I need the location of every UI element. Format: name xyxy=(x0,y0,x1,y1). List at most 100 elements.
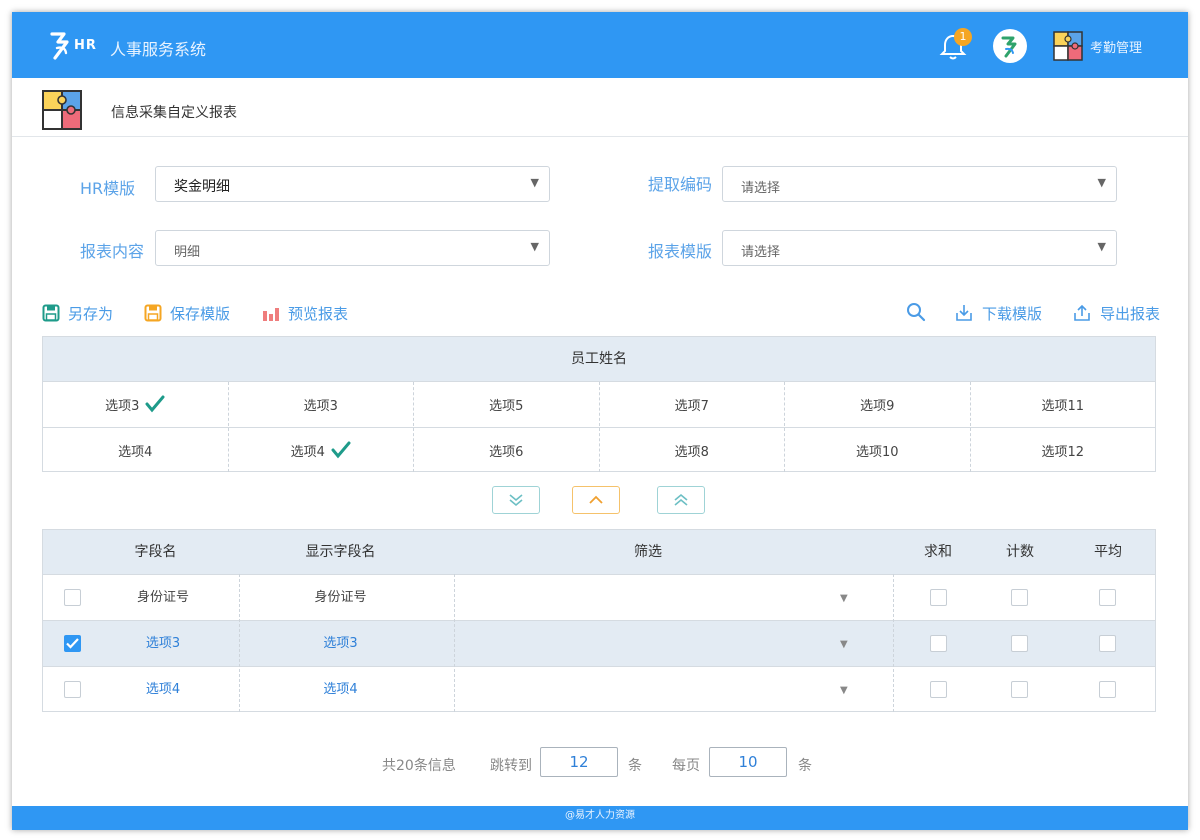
option-label: 选项12 xyxy=(1041,444,1085,460)
report-content-label: 报表内容 xyxy=(80,242,145,261)
table-row[interactable]: 选项4 选项4 ▼ xyxy=(43,666,1155,712)
save-as-button[interactable]: 另存为 xyxy=(42,302,113,324)
option-cell[interactable]: 选项4 xyxy=(227,428,414,472)
caret-down-icon: ▼ xyxy=(530,176,539,189)
column-divider xyxy=(454,574,455,712)
option-cell[interactable]: 选项3 xyxy=(43,382,228,426)
download-icon xyxy=(956,305,972,321)
bar-chart-icon xyxy=(263,308,279,321)
display-name-cell[interactable]: 身份证号 xyxy=(283,575,398,620)
filter-dropdown-caret-icon[interactable]: ▼ xyxy=(840,593,848,604)
fields-table: 字段名 显示字段名 筛选 求和 计数 平均 身份证号 身份证号 ▼ 选项3 选项3 ▼ 选项… xyxy=(42,529,1156,712)
per-page-label: 每页 xyxy=(672,758,700,774)
jump-unit: 条 xyxy=(628,758,642,774)
filter-dropdown-caret-icon[interactable]: ▼ xyxy=(840,639,848,650)
preview-report-button[interactable]: 预览报表 xyxy=(262,302,348,324)
option-cell[interactable]: 选项12 xyxy=(969,428,1156,472)
option-label: 选项10 xyxy=(855,444,899,460)
display-name-cell[interactable]: 选项3 xyxy=(283,621,398,666)
row-checkbox[interactable] xyxy=(64,589,81,606)
caret-down-icon: ▼ xyxy=(1097,240,1106,253)
export-report-button[interactable]: 导出报表 xyxy=(1072,302,1160,324)
move-to-bottom-button[interactable] xyxy=(492,486,540,514)
attendance-menu[interactable]: 考勤管理 xyxy=(1090,37,1142,56)
option-label: 选项4 xyxy=(290,444,325,460)
puzzle-icon xyxy=(42,90,82,130)
report-content-value: 明细 xyxy=(174,245,201,260)
caret-down-icon: ▼ xyxy=(530,240,539,253)
field-name-cell: 选项3 xyxy=(145,636,181,651)
row-checkbox[interactable] xyxy=(64,635,81,652)
sum-checkbox[interactable] xyxy=(930,681,947,698)
col-sum: 求和 xyxy=(924,544,952,560)
average-checkbox[interactable] xyxy=(1099,589,1116,606)
option-cell[interactable]: 选项6 xyxy=(413,428,599,472)
move-up-button[interactable] xyxy=(572,486,620,514)
extract-code-select[interactable]: 请选择 ▼ xyxy=(722,166,1117,202)
average-checkbox[interactable] xyxy=(1099,635,1116,652)
caret-down-icon: ▼ xyxy=(1097,176,1106,189)
option-label: 选项5 xyxy=(489,398,524,414)
top-bar: HR 人事服务系统 1 考勤管理 xyxy=(12,12,1188,78)
sum-checkbox[interactable] xyxy=(930,635,947,652)
col-field-name: 字段名 xyxy=(134,544,177,560)
display-name-cell[interactable]: 选项4 xyxy=(283,667,398,712)
per-page-input[interactable]: 10 xyxy=(709,747,787,777)
count-checkbox[interactable] xyxy=(1011,635,1028,652)
move-to-top-button[interactable] xyxy=(657,486,705,514)
table-row[interactable]: 选项3 选项3 ▼ xyxy=(43,620,1155,666)
report-content-select[interactable]: 明细 ▼ xyxy=(155,230,550,266)
option-cell[interactable]: 选项8 xyxy=(598,428,785,472)
field-name-cell: 身份证号 xyxy=(136,590,189,605)
option-cell[interactable]: 选项4 xyxy=(43,428,228,472)
option-label: 选项7 xyxy=(674,398,709,414)
page-title-bar: 信息采集自定义报表 xyxy=(12,78,1188,137)
export-report-label: 导出报表 xyxy=(1100,304,1161,323)
jump-label: 跳转到 xyxy=(490,758,532,774)
option-label: 选项8 xyxy=(674,444,709,460)
jump-page-input[interactable]: 12 xyxy=(540,747,618,777)
column-divider xyxy=(239,574,240,712)
count-checkbox[interactable] xyxy=(1011,681,1028,698)
hr-template-label: HR模版 xyxy=(80,179,136,198)
download-template-button[interactable]: 下载模版 xyxy=(954,302,1042,324)
option-cell[interactable]: 选项9 xyxy=(784,382,970,426)
count-checkbox[interactable] xyxy=(1011,589,1028,606)
options-row: 选项3 选项3 选项5 选项7 选项9 选项11 xyxy=(43,381,1155,426)
footer: @易才人力资源 xyxy=(12,806,1188,830)
save-template-button[interactable]: 保存模版 xyxy=(144,302,230,324)
col-count: 计数 xyxy=(1006,544,1034,560)
option-cell[interactable]: 选项10 xyxy=(784,428,970,472)
option-label: 选项3 xyxy=(303,398,338,414)
option-cell[interactable]: 选项3 xyxy=(227,382,414,426)
save-icon xyxy=(42,304,60,322)
option-cell[interactable]: 选项11 xyxy=(969,382,1156,426)
table-row[interactable]: 身份证号 身份证号 ▼ xyxy=(43,574,1155,620)
extract-code-placeholder: 请选择 xyxy=(741,181,781,196)
double-chevron-up-icon xyxy=(674,493,688,506)
col-filter: 筛选 xyxy=(634,544,662,560)
avatar[interactable] xyxy=(993,29,1027,63)
report-template-select[interactable]: 请选择 ▼ xyxy=(722,230,1117,266)
puzzle-icon[interactable] xyxy=(1052,30,1084,62)
per-page-unit: 条 xyxy=(798,758,812,774)
option-cell[interactable]: 选项5 xyxy=(413,382,599,426)
average-checkbox[interactable] xyxy=(1099,681,1116,698)
filter-dropdown-caret-icon[interactable]: ▼ xyxy=(840,685,848,696)
options-grid: 员工姓名 选项3 选项3 选项5 选项7 选项9 选项11 选项4 选项4 选项6 选项8 选项1… xyxy=(42,336,1156,472)
col-average: 平均 xyxy=(1094,544,1122,560)
column-divider xyxy=(893,574,894,712)
checkbox-check-icon xyxy=(66,638,79,649)
search-icon[interactable] xyxy=(906,302,926,322)
sum-checkbox[interactable] xyxy=(930,589,947,606)
upload-icon xyxy=(1074,304,1090,321)
checkmark-icon xyxy=(331,441,351,459)
avatar-logo-icon xyxy=(1001,36,1017,58)
option-cell[interactable]: 选项7 xyxy=(598,382,785,426)
app-window: HR 人事服务系统 1 考勤管理 信息采集自定义报表 HR模版 奖金明细 ▼ 提… xyxy=(12,12,1188,830)
checkmark-icon xyxy=(145,395,165,413)
page-title: 信息采集自定义报表 xyxy=(111,105,237,121)
report-template-label: 报表模版 xyxy=(648,242,713,261)
row-checkbox[interactable] xyxy=(64,681,81,698)
hr-template-select[interactable]: 奖金明细 ▼ xyxy=(155,166,550,202)
